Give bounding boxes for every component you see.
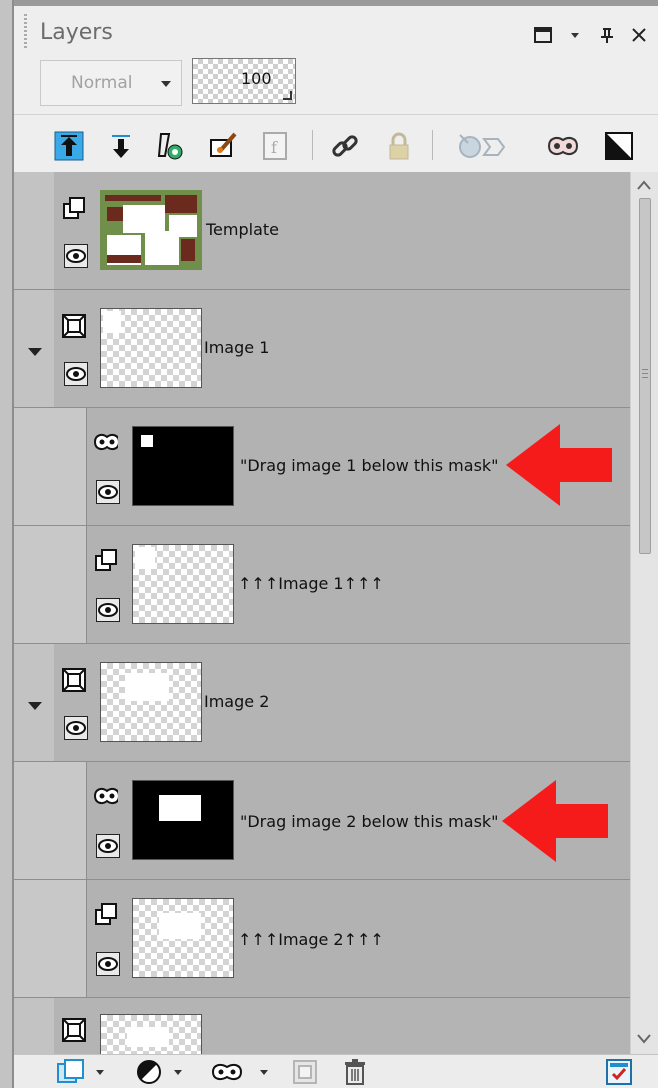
- visibility-eye-icon[interactable]: [64, 244, 88, 268]
- new-raster-layer-icon[interactable]: [56, 1059, 86, 1085]
- window-frame-left: [0, 0, 14, 1088]
- scrollbar-thumb[interactable]: [639, 198, 651, 554]
- toolbar-separator: [14, 114, 658, 115]
- layer-row-mask-2[interactable]: "Drag image 2 below this mask": [14, 762, 630, 880]
- layer-thumbnail: [132, 544, 234, 624]
- toolbar-divider: [312, 130, 313, 160]
- layer-properties-icon[interactable]: [604, 1059, 634, 1085]
- mask-thumbnail: [132, 426, 234, 506]
- mask-thumbnail: [132, 780, 234, 860]
- layers-list[interactable]: Template Image 1 "Drag image 1 below thi…: [14, 172, 630, 1054]
- move-layer-down-icon[interactable]: [104, 128, 138, 164]
- layer-row-mask-1[interactable]: "Drag image 1 below this mask": [14, 408, 630, 526]
- annotation-arrow: [502, 780, 608, 862]
- layer-thumbnail: [100, 308, 202, 388]
- layer-name: "Drag image 2 below this mask": [240, 812, 499, 831]
- toolbar-divider: [432, 130, 433, 160]
- raster-layer-icon: [94, 902, 118, 926]
- layer-row-partial[interactable]: [14, 998, 630, 1054]
- layer-thumbnail: [132, 898, 234, 978]
- layer-thumbnail: [100, 190, 202, 270]
- layer-row-image-2-raster[interactable]: ↑↑↑Image 2↑↑↑: [14, 880, 630, 998]
- chevron-down-icon[interactable]: [256, 1059, 272, 1085]
- collapse-icon[interactable]: [28, 702, 42, 710]
- scroll-down-icon[interactable]: [635, 1030, 653, 1048]
- opacity-value: 100: [241, 69, 272, 88]
- layer-name: Image 1: [204, 338, 270, 357]
- delete-layer-icon[interactable]: [340, 1059, 370, 1085]
- raster-layer-icon: [94, 548, 118, 572]
- close-icon[interactable]: [628, 24, 650, 46]
- new-group-icon: [290, 1059, 320, 1085]
- bottom-toolbar: [14, 1054, 658, 1088]
- group-layer-icon: [62, 668, 86, 692]
- visibility-eye-icon[interactable]: [64, 362, 88, 386]
- lock-layer-icon: [382, 128, 416, 164]
- panel-grip[interactable]: [24, 14, 27, 48]
- annotation-arrow: [506, 424, 612, 506]
- panel-title: Layers: [40, 20, 113, 45]
- group-layer-icon: [62, 314, 86, 338]
- visibility-eye-icon[interactable]: [96, 952, 120, 976]
- pin-icon[interactable]: [596, 24, 618, 46]
- scroll-up-icon[interactable]: [635, 176, 653, 194]
- move-layer-up-icon[interactable]: [52, 128, 86, 164]
- visibility-eye-icon[interactable]: [96, 480, 120, 504]
- mask-visibility-icon: [452, 128, 520, 164]
- layer-row-image-1-raster[interactable]: ↑↑↑Image 1↑↑↑: [14, 526, 630, 644]
- collapse-icon[interactable]: [28, 348, 42, 356]
- layer-name: Template: [206, 220, 280, 239]
- layer-styles-icon[interactable]: [154, 128, 188, 164]
- opacity-field[interactable]: 100: [192, 58, 296, 104]
- layer-name: "Drag image 1 below this mask": [240, 456, 499, 475]
- visibility-eye-icon[interactable]: [96, 834, 120, 858]
- layer-name: ↑↑↑Image 1↑↑↑: [238, 574, 384, 593]
- layers-scrollbar[interactable]: [630, 172, 658, 1054]
- link-layers-icon[interactable]: [328, 128, 362, 164]
- chevron-down-icon[interactable]: [92, 1059, 108, 1085]
- resize-corner-icon: [283, 91, 292, 100]
- edit-selection-icon[interactable]: [206, 128, 240, 164]
- mask-layer-icon: [94, 430, 118, 454]
- layer-name: ↑↑↑Image 2↑↑↑: [238, 930, 384, 949]
- blend-mode-value: Normal: [71, 73, 133, 93]
- raster-layer-icon: [62, 196, 86, 220]
- invert-mask-icon[interactable]: [602, 128, 636, 164]
- chevron-down-icon: [161, 81, 171, 87]
- layer-row-image-1[interactable]: Image 1: [14, 290, 630, 408]
- new-mask-from-image-icon: f: [258, 128, 292, 164]
- mask-layer-icon: [94, 784, 118, 808]
- group-layer-icon: [62, 1018, 86, 1042]
- visibility-eye-icon[interactable]: [96, 598, 120, 622]
- layer-thumbnail: [100, 1014, 202, 1054]
- layer-name: Image 2: [204, 692, 270, 711]
- visibility-eye-icon[interactable]: [64, 716, 88, 740]
- layer-thumbnail: [100, 662, 202, 742]
- layer-row-image-2[interactable]: Image 2: [14, 644, 630, 762]
- layer-row-template[interactable]: Template: [14, 172, 630, 290]
- new-mask-icon[interactable]: [546, 128, 580, 164]
- chevron-down-icon[interactable]: [170, 1059, 186, 1085]
- restore-icon[interactable]: [532, 24, 554, 46]
- dropdown-icon[interactable]: [566, 24, 584, 46]
- blend-mode-select[interactable]: Normal: [40, 60, 182, 106]
- new-adjustment-layer-icon[interactable]: [134, 1059, 164, 1085]
- new-mask-layer-icon[interactable]: [210, 1059, 244, 1085]
